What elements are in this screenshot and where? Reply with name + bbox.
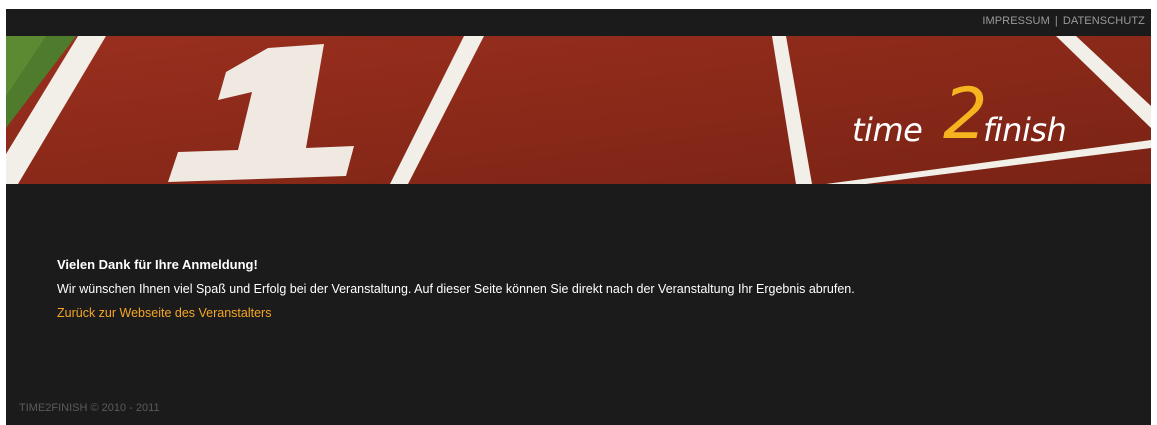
time2finish-logo: time 2 finish — [852, 79, 1092, 161]
header-banner: time 2 finish — [6, 36, 1151, 184]
back-to-organizer-link[interactable]: Zurück zur Webseite des Veranstalters — [57, 306, 271, 320]
footer-copyright: TIME2FINISH © 2010 - 2011 — [19, 402, 160, 414]
thank-you-message: Wir wünschen Ihnen viel Spaß und Erfolg … — [57, 282, 855, 296]
impressum-link[interactable]: IMPRESSUM — [982, 15, 1050, 27]
link-separator: | — [1054, 15, 1058, 27]
logo-accent-2: 2 — [943, 73, 988, 155]
top-links: IMPRESSUM | DATENSCHUTZ — [982, 15, 1145, 27]
thank-you-heading: Vielen Dank für Ihre Anmeldung! — [57, 257, 258, 272]
top-bar: IMPRESSUM | DATENSCHUTZ — [6, 9, 1151, 36]
page: IMPRESSUM | DATENSCHUTZ time 2 finish Vi… — [6, 9, 1151, 425]
logo-part-time: time — [852, 111, 923, 149]
logo-part-finish: finish — [983, 111, 1067, 149]
main-content: Vielen Dank für Ihre Anmeldung! Wir wüns… — [57, 257, 1137, 322]
datenschutz-link[interactable]: DATENSCHUTZ — [1063, 15, 1145, 27]
